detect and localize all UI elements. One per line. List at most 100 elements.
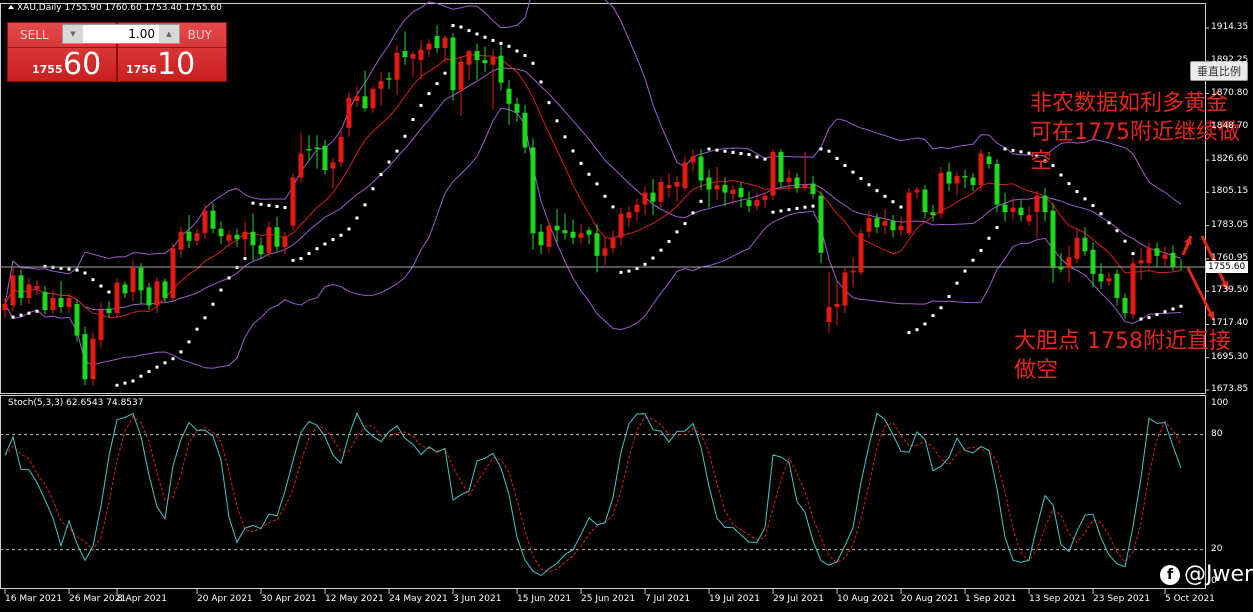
bearish-candle	[874, 218, 880, 228]
bullish-candle	[914, 189, 920, 193]
x-tick-label: 15 Jun 2021	[517, 594, 572, 604]
bullish-candle	[1026, 215, 1032, 222]
bullish-candle	[938, 173, 944, 214]
parabolic-sar-dot	[643, 262, 647, 266]
bearish-candle	[1098, 273, 1104, 282]
parabolic-sar-dot	[179, 350, 183, 354]
bearish-candle	[450, 37, 456, 91]
bullish-candle	[10, 275, 16, 306]
parabolic-sar-dot	[931, 314, 935, 318]
parabolic-sar-dot	[435, 82, 439, 86]
bullish-candle	[338, 136, 344, 163]
parabolic-sar-dot	[123, 381, 127, 385]
parabolic-sar-dot	[155, 365, 159, 369]
bullish-candle	[26, 284, 32, 298]
bullish-candle	[826, 306, 832, 323]
parabolic-sar-dot	[763, 157, 767, 161]
bullish-candle	[418, 49, 424, 61]
bearish-candle	[274, 227, 280, 247]
bullish-candle	[50, 297, 56, 310]
parabolic-sar-dot	[187, 340, 191, 344]
parabolic-sar-dot	[667, 239, 671, 243]
parabolic-sar-dot	[1123, 239, 1127, 243]
bullish-candle	[370, 88, 376, 109]
bearish-candle	[402, 51, 408, 58]
bearish-candle	[306, 148, 312, 151]
parabolic-sar-dot	[979, 248, 983, 252]
bullish-candle	[602, 248, 608, 256]
x-tick-label: 24 May 2021	[389, 594, 448, 604]
stochastic-panel-frame	[0, 395, 1206, 589]
parabolic-sar-dot	[795, 206, 799, 210]
x-tick-label: 7 Jul 2021	[645, 594, 691, 604]
bearish-candle	[962, 176, 968, 178]
x-tick-label: 29 Jul 2021	[773, 594, 824, 604]
parabolic-sar-dot	[395, 149, 399, 153]
decrease-lot-icon[interactable]: ▼	[63, 25, 83, 43]
parabolic-sar-dot	[755, 155, 759, 159]
parabolic-sar-dot	[899, 205, 903, 209]
bullish-candle	[378, 81, 384, 89]
stoch-y-tick-label: 0	[1211, 576, 1217, 586]
parabolic-sar-dot	[339, 233, 343, 237]
bullish-candle	[202, 210, 208, 234]
lot-size-input[interactable]: 1.00	[128, 27, 155, 41]
bullish-candle	[154, 281, 160, 306]
y-tick-label: 1717.40	[1211, 318, 1249, 329]
y-tick-label: 1892.25	[1211, 55, 1249, 66]
one-click-trading-panel: SELL 1755 60 BUY 1756 10 ▼ 1.00 ▲	[7, 22, 227, 82]
parabolic-sar-dot	[819, 147, 823, 151]
bearish-candle	[18, 275, 24, 298]
bearish-candle	[538, 231, 544, 246]
lot-size-stepper[interactable]: ▼ 1.00 ▲	[62, 24, 180, 44]
bearish-candle	[210, 210, 216, 229]
parabolic-sar-dot	[867, 183, 871, 187]
stoch-main-line	[4, 411, 1182, 577]
parabolic-sar-dot	[1011, 148, 1015, 152]
parabolic-sar-dot	[547, 101, 551, 105]
bearish-candle	[258, 245, 264, 255]
bullish-candle	[266, 227, 272, 253]
parabolic-sar-dot	[371, 187, 375, 191]
bullish-candle	[1106, 278, 1112, 282]
bullish-candle	[802, 185, 808, 189]
bearish-candle	[146, 287, 152, 306]
triangle-icon	[8, 5, 14, 9]
parabolic-sar-dot	[19, 313, 23, 317]
bullish-candle	[1138, 260, 1144, 264]
parabolic-sar-dot	[1075, 190, 1079, 194]
parabolic-sar-dot	[323, 242, 327, 246]
bearish-candle	[650, 192, 656, 202]
bullish-candle	[290, 177, 296, 226]
parabolic-sar-dot	[571, 149, 575, 153]
parabolic-sar-dot	[627, 269, 631, 273]
bullish-candle	[194, 233, 200, 241]
x-tick-label: 30 Apr 2021	[261, 594, 317, 604]
bullish-candle	[1074, 237, 1080, 259]
current-price-label: 1755.60	[1206, 260, 1248, 273]
parabolic-sar-dot	[955, 281, 959, 285]
increase-lot-icon[interactable]: ▲	[159, 25, 179, 43]
bearish-candle	[970, 177, 976, 186]
annotation-line: 非农数据如利多黄金	[1030, 91, 1229, 116]
bullish-candle	[1162, 254, 1168, 259]
bullish-candle	[90, 338, 96, 380]
parabolic-sar-dot	[91, 278, 95, 282]
parabolic-sar-dot	[915, 328, 919, 332]
parabolic-sar-dot	[1083, 197, 1087, 201]
bullish-candle	[842, 272, 848, 306]
parabolic-sar-dot	[1115, 229, 1119, 233]
bearish-candle	[1090, 249, 1096, 274]
bullish-candle	[978, 153, 984, 186]
parabolic-sar-dot	[923, 322, 927, 326]
parabolic-sar-dot	[1003, 147, 1007, 151]
parabolic-sar-dot	[603, 194, 607, 198]
bullish-candle	[34, 285, 40, 289]
bullish-candle	[394, 52, 400, 80]
bearish-candle	[698, 156, 704, 181]
bullish-candle	[642, 192, 648, 205]
bullish-candle	[226, 234, 232, 241]
bearish-candle	[1018, 207, 1024, 216]
bearish-candle	[218, 228, 224, 237]
bullish-candle	[866, 218, 872, 232]
